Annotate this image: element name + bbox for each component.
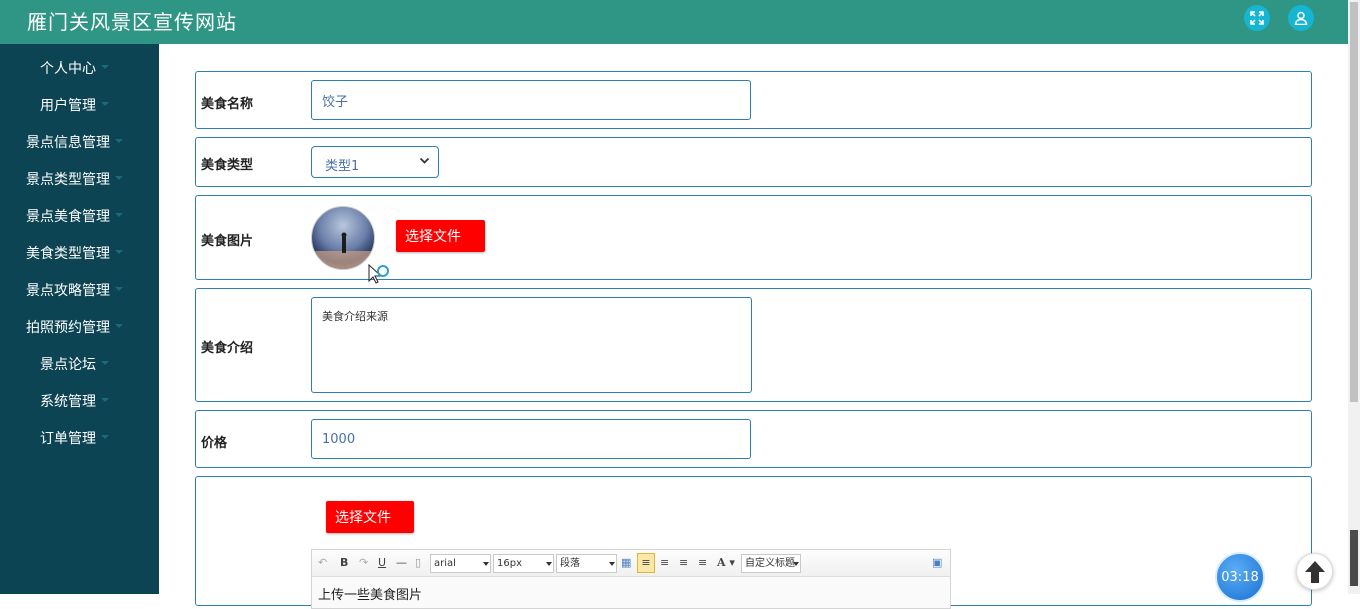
chevron-down-icon	[115, 213, 123, 217]
rich-text-editor[interactable]: ↶ B ↷ U — ▯ arial 16px 段落 ▦ ≡ ≡ ≡ ≡ A ▾ …	[311, 549, 951, 609]
sidebar-item-label: 订单管理	[40, 431, 96, 447]
align-right-icon[interactable]: ≡	[679, 555, 688, 571]
back-to-top-button[interactable]	[1296, 553, 1333, 590]
sidebar-item-system[interactable]: 系统管理	[0, 379, 159, 416]
page-scrollbar[interactable]	[1348, 0, 1360, 594]
font-size-select[interactable]: 16px	[493, 554, 554, 573]
scrollbar-handle[interactable]	[1350, 530, 1358, 586]
chevron-down-icon	[115, 287, 123, 291]
sidebar-item-orders[interactable]: 订单管理	[0, 416, 159, 453]
sidebar-item-user-management[interactable]: 用户管理	[0, 83, 159, 120]
sidebar-item-label: 景点论坛	[40, 357, 96, 373]
sidebar-item-label: 景点美食管理	[26, 209, 110, 225]
user-button[interactable]	[1288, 5, 1314, 31]
align-center-icon[interactable]: ≡	[660, 555, 669, 571]
image-thumbnail	[312, 232, 374, 269]
sidebar-item-label: 用户管理	[40, 98, 96, 114]
field-label: 美食名称	[201, 97, 254, 112]
field-label: 美食介绍	[201, 341, 254, 356]
choose-file-button[interactable]: 选择文件	[396, 220, 485, 252]
scrollbar-thumb[interactable]	[1350, 2, 1358, 402]
paragraph-value: 段落	[560, 558, 580, 569]
sidebar: 个人中心 用户管理 景点信息管理 景点类型管理 景点美食管理 美食类型管理 景点…	[0, 44, 159, 594]
form-row-type: 美食类型 类型1	[195, 137, 1312, 187]
font-size-value: 16px	[497, 558, 522, 569]
chevron-down-icon	[101, 435, 109, 439]
sidebar-item-label: 景点类型管理	[26, 172, 110, 188]
field-label: 价格	[201, 436, 228, 451]
font-color-icon[interactable]: A ▾	[717, 555, 735, 571]
horizontal-rule-icon[interactable]: —	[396, 555, 407, 571]
fullscreen-button[interactable]	[1244, 5, 1270, 31]
sidebar-item-guide[interactable]: 景点攻略管理	[0, 268, 159, 305]
chevron-down-icon	[101, 65, 109, 69]
sidebar-item-label: 美食类型管理	[26, 246, 110, 262]
chevron-down-icon	[115, 250, 123, 254]
arrow-up-icon	[1304, 560, 1325, 583]
fullscreen-icon	[1250, 11, 1264, 25]
form-row-intro: 美食介绍 美食介绍来源	[195, 288, 1312, 402]
table-icon[interactable]: ▦	[621, 555, 631, 571]
chevron-down-icon	[115, 139, 123, 143]
align-justify-icon[interactable]: ≡	[698, 555, 707, 571]
custom-title-select[interactable]: 自定义标题	[741, 554, 801, 573]
field-label: 美食类型	[201, 158, 254, 173]
form-row-price: 价格	[195, 410, 1312, 468]
sidebar-item-label: 个人中心	[40, 61, 96, 77]
sidebar-item-scenic-info[interactable]: 景点信息管理	[0, 120, 159, 157]
custom-title-value: 自定义标题	[745, 558, 795, 569]
user-icon	[1294, 11, 1308, 25]
price-input[interactable]	[311, 419, 751, 459]
sidebar-item-label: 拍照预约管理	[26, 320, 110, 336]
site-title: 雁门关风景区宣传网站	[27, 10, 237, 34]
sidebar-item-photo-booking[interactable]: 拍照预约管理	[0, 305, 159, 342]
timer-badge[interactable]: 03:18	[1215, 552, 1265, 602]
sidebar-item-label: 系统管理	[40, 394, 96, 410]
sidebar-item-forum[interactable]: 景点论坛	[0, 342, 159, 379]
bold-icon[interactable]: B	[340, 555, 348, 571]
chevron-down-icon	[419, 157, 430, 164]
food-type-select[interactable]: 类型1	[311, 146, 439, 178]
preview-icon[interactable]: ▣	[932, 555, 942, 571]
sidebar-item-food-type[interactable]: 美食类型管理	[0, 231, 159, 268]
sidebar-item-label: 景点信息管理	[26, 135, 110, 151]
busy-cursor-icon	[368, 264, 389, 284]
food-image-preview[interactable]	[311, 206, 375, 270]
font-family-select[interactable]: arial	[430, 554, 491, 573]
form-row-detail: 选择文件 ↶ B ↷ U — ▯ arial 16px 段落 ▦ ≡ ≡ ≡ ≡…	[195, 476, 1312, 609]
paragraph-select[interactable]: 段落	[556, 554, 617, 573]
chevron-down-icon	[101, 361, 109, 365]
top-header: 雁门关风景区宣传网站	[0, 0, 1348, 44]
choose-file-button[interactable]: 选择文件	[326, 501, 414, 533]
sidebar-item-personal-center[interactable]: 个人中心	[0, 46, 159, 83]
underline-icon[interactable]: U	[378, 555, 386, 571]
chevron-down-icon	[115, 176, 123, 180]
chevron-down-icon	[101, 102, 109, 106]
paste-icon[interactable]: ▯	[415, 555, 421, 571]
chevron-down-icon	[101, 398, 109, 402]
form-row-image: 美食图片 选择文件	[195, 195, 1312, 284]
align-left-icon[interactable]: ≡	[637, 553, 655, 573]
food-name-input[interactable]	[311, 80, 751, 120]
sidebar-item-label: 景点攻略管理	[26, 283, 110, 299]
food-intro-textarea[interactable]: 美食介绍来源	[311, 297, 752, 393]
sidebar-item-scenic-food[interactable]: 景点美食管理	[0, 194, 159, 231]
field-label: 美食图片	[201, 234, 254, 249]
redo-icon[interactable]: ↷	[359, 555, 368, 571]
font-family-value: arial	[434, 558, 456, 569]
sidebar-item-scenic-type[interactable]: 景点类型管理	[0, 157, 159, 194]
chevron-down-icon	[115, 324, 123, 328]
select-value: 类型1	[325, 159, 360, 174]
undo-icon[interactable]: ↶	[318, 555, 327, 571]
form-row-name: 美食名称	[195, 71, 1312, 129]
editor-toolbar: ↶ B ↷ U — ▯ arial 16px 段落 ▦ ≡ ≡ ≡ ≡ A ▾ …	[312, 550, 950, 577]
